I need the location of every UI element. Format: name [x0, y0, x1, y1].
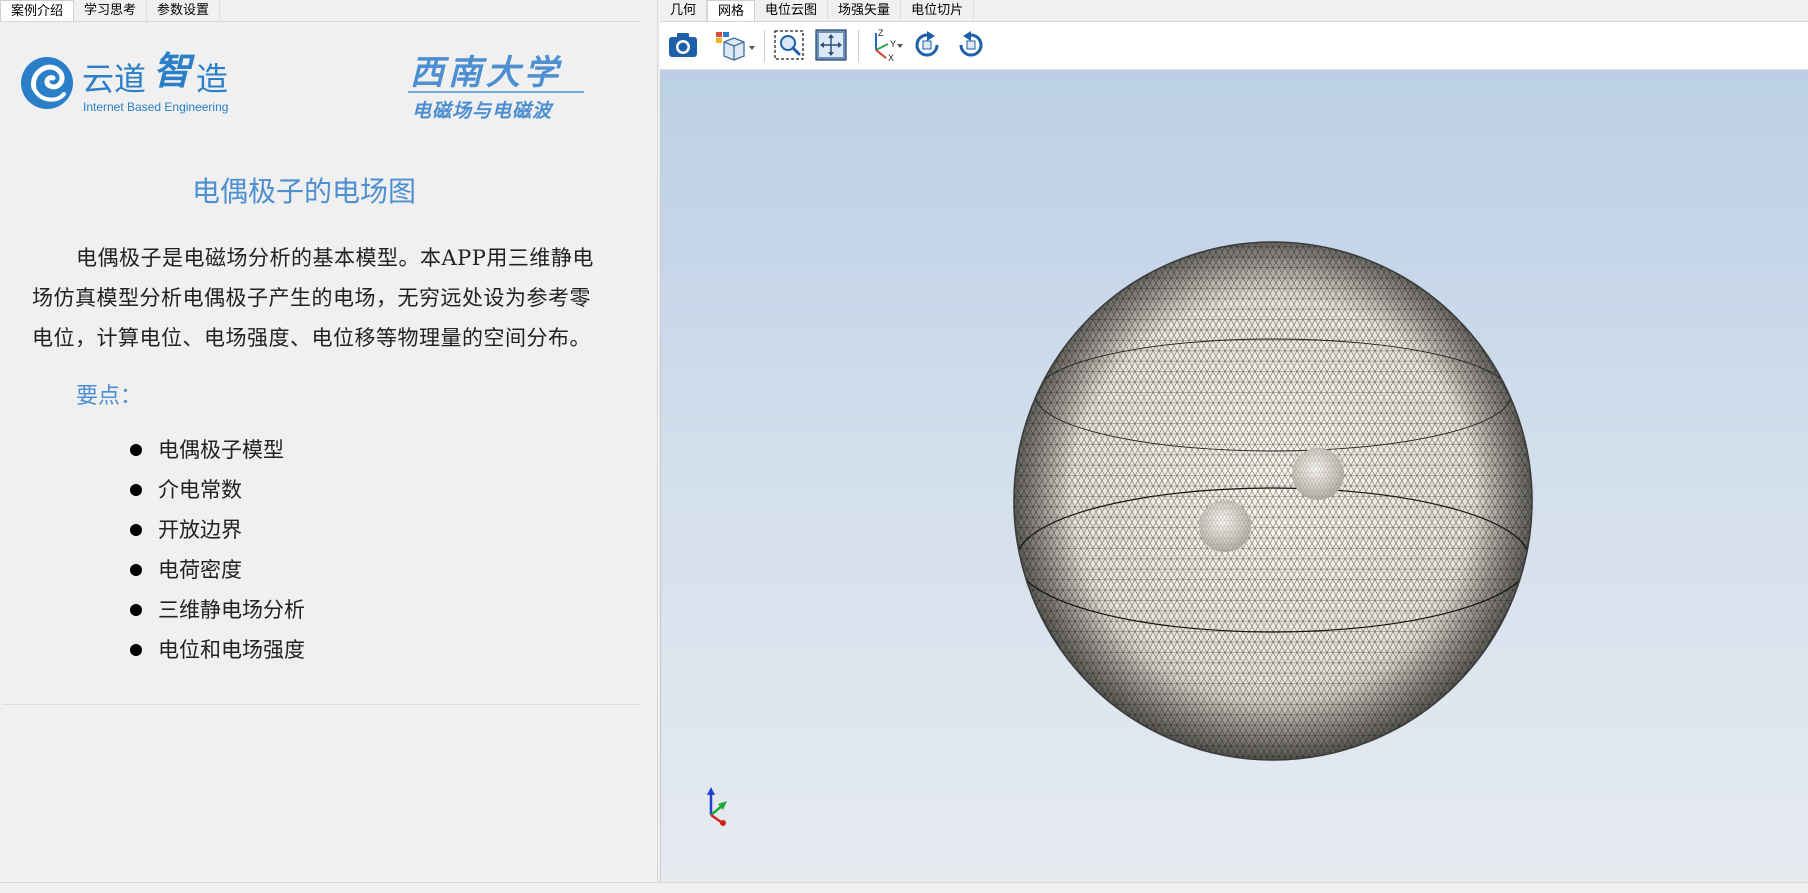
points-heading: 要点：	[76, 384, 143, 409]
yundao-logo: 云道 智 造 Internet Based Engineering	[21, 48, 228, 114]
bullet-icon	[130, 644, 142, 656]
toolbar-separator	[764, 30, 765, 62]
tab-parameter-settings[interactable]: 参数设置	[147, 0, 221, 22]
chevron-down-icon	[749, 46, 755, 50]
tab-case-intro[interactable]: 案例介绍	[0, 0, 75, 22]
tab-mesh[interactable]: 网格	[707, 0, 756, 22]
mesh-view	[707, 241, 1533, 826]
negative-charge-sphere	[1199, 500, 1251, 552]
list-item: 电位和电场强度	[130, 630, 305, 670]
positive-charge-sphere	[1292, 448, 1344, 500]
zoom-box-icon[interactable]	[772, 28, 806, 62]
brand-text-yundao: 云道	[82, 60, 146, 98]
toolbar-separator	[858, 30, 859, 62]
view-cube-icon[interactable]	[714, 28, 758, 62]
svg-text:X: X	[888, 53, 894, 62]
tab-learning-thinking[interactable]: 学习思考	[74, 0, 148, 22]
university-course: 电磁场与电磁波	[412, 100, 554, 122]
rotate-cw-icon[interactable]	[910, 28, 944, 62]
axis-triad-icon	[707, 787, 727, 826]
left-tab-underline	[0, 21, 640, 22]
axis-view-icon[interactable]: Z Y X	[864, 28, 904, 62]
brand-text-zao: 造	[196, 60, 228, 98]
divider	[2, 704, 640, 705]
3d-viewport[interactable]	[660, 70, 1808, 882]
list-item: 电偶极子模型	[130, 430, 305, 470]
list-item: 电荷密度	[130, 550, 305, 590]
rotate-ccw-icon[interactable]	[954, 28, 988, 62]
toolbar: Z Y X	[660, 22, 1808, 70]
bullet-icon	[130, 444, 142, 456]
tab-potential-contour[interactable]: 电位云图	[755, 0, 829, 22]
tab-potential-slice[interactable]: 电位切片	[901, 0, 975, 22]
bullet-icon	[130, 564, 142, 576]
bullet-icon	[130, 484, 142, 496]
left-tab-bar: 案例介绍 学习思考 参数设置	[0, 0, 221, 22]
brand-english: Internet Based Engineering	[83, 100, 228, 114]
svg-text:Y: Y	[890, 39, 896, 49]
university-logo: 西南大学 电磁场与电磁波	[408, 53, 584, 122]
tab-geometry[interactable]: 几何	[660, 0, 708, 22]
camera-icon[interactable]	[666, 28, 700, 62]
list-item: 开放边界	[130, 510, 305, 550]
brand-text-zhi: 智	[153, 48, 196, 93]
list-item: 介电常数	[130, 470, 305, 510]
right-tab-bar: 几何 网格 电位云图 场强矢量 电位切片	[660, 0, 975, 22]
chevron-down-icon	[897, 44, 903, 48]
list-item: 三维静电场分析	[130, 590, 305, 630]
intro-paragraph: 电偶极子是电磁场分析的基本模型。本APP用三维静电场仿真模型分析电偶极子产生的电…	[32, 246, 594, 350]
right-panel: 几何 网格 电位云图 场强矢量 电位切片 Z Y X	[660, 0, 1808, 892]
tab-field-vector[interactable]: 场强矢量	[828, 0, 902, 22]
fit-all-icon[interactable]	[814, 28, 848, 62]
bullet-icon	[130, 604, 142, 616]
bullet-icon	[130, 524, 142, 536]
page-title: 电偶极子的电场图	[191, 175, 416, 208]
key-points-list: 电偶极子模型 介电常数 开放边界 电荷密度 三维静电场分析 电位和电场强度	[130, 430, 305, 670]
status-bar	[0, 882, 1808, 893]
left-panel: 案例介绍 学习思考 参数设置 云道 智 造 Internet Based Eng…	[0, 0, 658, 892]
university-name: 西南大学	[410, 53, 562, 93]
svg-text:Z: Z	[878, 28, 884, 38]
